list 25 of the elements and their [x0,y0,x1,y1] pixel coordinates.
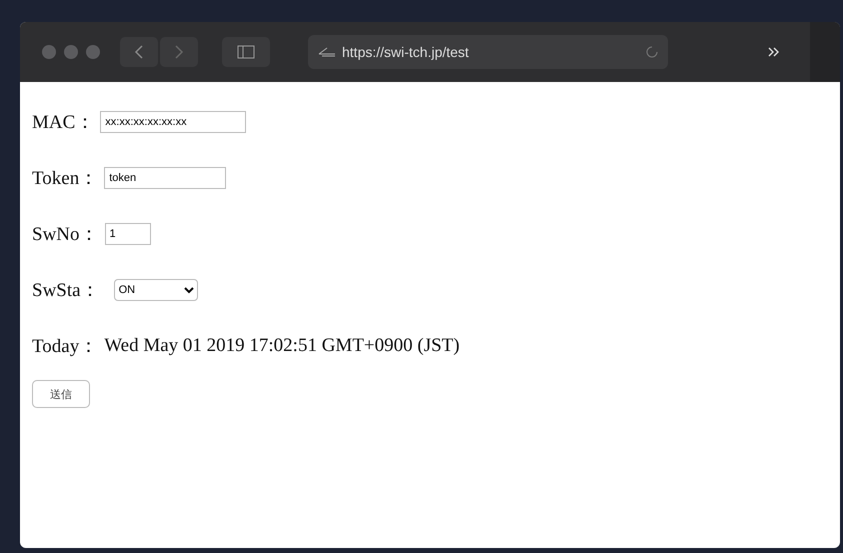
signal-icon [318,46,336,58]
field-label: Token： [32,167,98,191]
field-label: MAC： [32,111,94,135]
submit-button[interactable]: 送信 [32,380,90,408]
back-button[interactable] [120,37,158,67]
sidebar-button[interactable] [222,37,270,67]
chevron-icon[interactable] [768,47,780,57]
reload-icon[interactable] [646,45,658,59]
select-field[interactable]: ON [114,279,198,301]
chevron-right-icon [174,45,184,59]
field-label: SwNo： [32,223,99,247]
field-label: SwSta： [32,279,100,303]
date-text: Wed May 01 2019 17:02:51 GMT+0900 (JST) [104,335,460,357]
chevron-left-icon [134,45,144,59]
minimize-button[interactable] [64,45,78,59]
sidebar-icon [237,45,255,59]
today-label: Today： [32,335,98,359]
close-button[interactable] [42,45,56,59]
zoom-button[interactable] [86,45,100,59]
input-field[interactable]: token [104,167,226,189]
address-bar[interactable]: https://swi-tch.jp/test [308,35,668,69]
forward-button[interactable] [160,37,198,67]
url-text: https://swi-tch.jp/test [342,44,470,60]
input-field[interactable]: xx:xx:xx:xx:xx:xx [100,111,246,133]
input-field[interactable]: 1 [104,223,151,245]
